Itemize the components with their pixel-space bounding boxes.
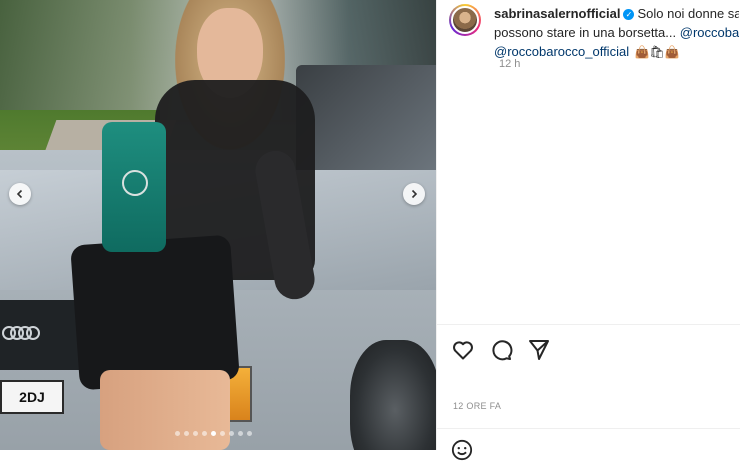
verified-badge-icon: ✓ bbox=[623, 9, 635, 21]
previous-photo-button[interactable] bbox=[9, 183, 31, 205]
carousel-dot bbox=[229, 431, 234, 436]
caption-emojis: 👜🛍👜 bbox=[634, 45, 680, 59]
heart-icon[interactable] bbox=[451, 338, 475, 362]
caption: sabrinasalernofficial ✓ Solo noi donne sap… bbox=[449, 4, 740, 62]
caption-line1: Solo noi donne sap bbox=[637, 6, 739, 21]
carousel-dot bbox=[193, 431, 198, 436]
chevron-right-icon bbox=[411, 189, 418, 199]
action-bar bbox=[451, 338, 551, 362]
car-logo bbox=[2, 326, 40, 340]
license-plate: 2DJ bbox=[0, 380, 64, 414]
username-link[interactable]: sabrinasalernofficial bbox=[494, 6, 620, 21]
avatar-image bbox=[451, 6, 479, 34]
person-skirt bbox=[70, 234, 240, 391]
instagram-post: 2DJ sabrinasalernofficial ✓ Solo noi don… bbox=[0, 0, 740, 461]
post-panel: sabrinasalernofficial ✓ Solo noi donne sap… bbox=[436, 0, 740, 461]
handbag bbox=[102, 122, 166, 252]
caption-time[interactable]: 12 h bbox=[499, 58, 520, 70]
carousel-dot-active bbox=[211, 431, 216, 436]
emoji-icon[interactable] bbox=[451, 439, 473, 461]
comment-icon[interactable] bbox=[489, 338, 513, 362]
car-wheel bbox=[350, 340, 436, 450]
car-windshield bbox=[296, 65, 436, 185]
add-comment-row bbox=[451, 439, 473, 461]
post-date: 12 ORE FA bbox=[453, 401, 502, 411]
caption-line2: possono stare in una borsetta... bbox=[494, 25, 677, 40]
carousel-dot bbox=[202, 431, 207, 436]
caption-text: sabrinasalernofficial ✓ Solo noi donne sap… bbox=[494, 4, 739, 62]
post-photo[interactable]: 2DJ bbox=[0, 0, 436, 450]
carousel-dot bbox=[238, 431, 243, 436]
avatar[interactable] bbox=[449, 4, 481, 36]
mention-link-2[interactable]: @roccobarocco_official bbox=[494, 44, 629, 59]
carousel-dot bbox=[175, 431, 180, 436]
carousel-dot bbox=[247, 431, 252, 436]
chevron-left-icon bbox=[16, 189, 23, 199]
person-legs bbox=[100, 370, 230, 450]
share-icon[interactable] bbox=[527, 338, 551, 362]
next-photo-button[interactable] bbox=[403, 183, 425, 205]
divider bbox=[437, 324, 740, 325]
carousel-dots bbox=[175, 431, 252, 436]
handbag-logo bbox=[122, 170, 148, 196]
mention-link-1[interactable]: @roccoba bbox=[680, 25, 739, 40]
divider bbox=[437, 428, 740, 429]
carousel-dot bbox=[184, 431, 189, 436]
carousel-dot bbox=[220, 431, 225, 436]
